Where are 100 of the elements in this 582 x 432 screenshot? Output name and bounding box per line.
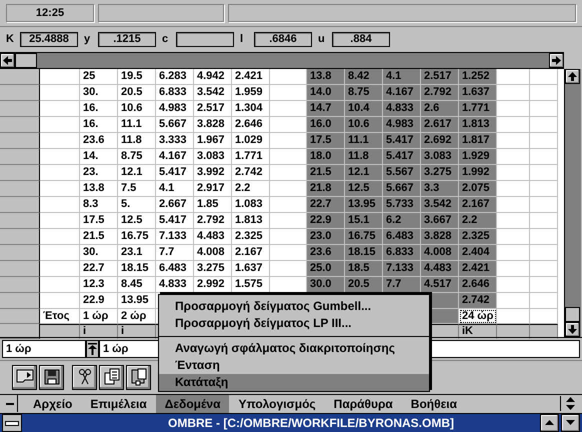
table-cell: 3.083 bbox=[194, 148, 232, 165]
table-cell bbox=[40, 196, 80, 213]
table-cell bbox=[497, 68, 530, 85]
toolbar-button[interactable] bbox=[12, 364, 37, 390]
horizontal-scrollbar[interactable] bbox=[0, 52, 564, 69]
vertical-scrollbar[interactable] bbox=[564, 68, 581, 337]
parameter-field[interactable]: 25.4888 bbox=[20, 32, 78, 47]
row-header[interactable] bbox=[0, 292, 40, 309]
scroll-thumb[interactable] bbox=[565, 306, 580, 322]
table-cell bbox=[40, 116, 80, 133]
table-cell: 11.8 bbox=[118, 132, 156, 149]
parameter-field[interactable] bbox=[176, 32, 234, 47]
row-header[interactable] bbox=[0, 260, 40, 277]
menu-option[interactable]: Ένταση bbox=[159, 357, 429, 374]
restore-button[interactable] bbox=[560, 396, 576, 412]
row-header[interactable] bbox=[0, 276, 40, 293]
menu-item[interactable]: Αρχείο bbox=[24, 394, 82, 413]
table-cell bbox=[530, 276, 558, 293]
table-cell: 6.283 bbox=[156, 68, 194, 85]
table-cell: 4.983 bbox=[383, 116, 421, 133]
row-header[interactable] bbox=[0, 100, 40, 117]
table-cell: 4.1 bbox=[156, 180, 194, 197]
parameter-field[interactable]: .6846 bbox=[254, 32, 312, 47]
table-cell: 21.8 bbox=[307, 180, 345, 197]
table-cell bbox=[530, 180, 558, 197]
system-menu-button[interactable] bbox=[2, 414, 22, 432]
scroll-up-button[interactable] bbox=[565, 68, 580, 84]
toolbar-button[interactable] bbox=[99, 364, 124, 390]
cell-reference-field[interactable]: 1 ώρ bbox=[2, 340, 86, 358]
parameter-field[interactable]: .884 bbox=[332, 32, 390, 47]
table-cell: 22.9 bbox=[307, 212, 345, 229]
row-header[interactable] bbox=[0, 196, 40, 213]
scroll-thumb[interactable] bbox=[15, 52, 37, 68]
menu-option[interactable]: Αναγωγή σφάλματος διακριτοποίησης bbox=[159, 340, 429, 357]
enter-button[interactable] bbox=[86, 340, 99, 358]
row-header[interactable] bbox=[0, 212, 40, 229]
document-menu-button[interactable] bbox=[3, 395, 18, 412]
menu-option[interactable]: Προσαρμογή δείγματος LP III... bbox=[159, 315, 429, 332]
scroll-left-button[interactable] bbox=[0, 52, 15, 68]
row-header[interactable] bbox=[0, 132, 40, 149]
table-cell: 4.167 bbox=[383, 84, 421, 101]
table-cell: 1.304 bbox=[232, 100, 270, 117]
table-cell: 4.008 bbox=[421, 244, 459, 261]
minimize-button[interactable] bbox=[561, 414, 580, 432]
table-cell: 1.029 bbox=[232, 132, 270, 149]
menu-option[interactable]: Κατάταξη bbox=[159, 374, 429, 391]
menu-option[interactable]: Προσαρμογή δείγματος Gumbell... bbox=[159, 298, 429, 315]
table-cell: 30.0 bbox=[307, 276, 345, 293]
table-cell bbox=[497, 276, 530, 293]
table-cell: 3.275 bbox=[421, 164, 459, 181]
table-cell bbox=[530, 68, 558, 85]
table-cell: 5. bbox=[118, 196, 156, 213]
table-cell: 4.483 bbox=[421, 260, 459, 277]
menu-item[interactable]: Δεδομένα bbox=[156, 394, 230, 413]
table-cell bbox=[497, 228, 530, 245]
table-cell: 14.7 bbox=[307, 100, 345, 117]
row-header[interactable] bbox=[0, 244, 40, 261]
toolbar-button[interactable] bbox=[72, 364, 97, 390]
table-cell bbox=[530, 292, 558, 309]
table-cell: 30. bbox=[80, 244, 118, 261]
column-header[interactable]: 24 ώρ bbox=[459, 308, 497, 324]
table-cell bbox=[530, 196, 558, 213]
row-header[interactable] bbox=[0, 164, 40, 181]
toolbar-button[interactable] bbox=[39, 364, 64, 390]
table-cell: 2.617 bbox=[421, 116, 459, 133]
scroll-right-button[interactable] bbox=[549, 52, 564, 68]
right-arrow-icon bbox=[552, 56, 561, 65]
table-cell: 1.083 bbox=[232, 196, 270, 213]
row-header[interactable] bbox=[0, 148, 40, 165]
row-header[interactable] bbox=[0, 84, 40, 101]
table-cell: 8.45 bbox=[118, 276, 156, 293]
table-cell bbox=[40, 260, 80, 277]
row-header[interactable] bbox=[0, 68, 40, 85]
table-cell: 2.646 bbox=[232, 116, 270, 133]
row-header[interactable] bbox=[0, 180, 40, 197]
row-header[interactable] bbox=[0, 228, 40, 245]
toolbar-button[interactable] bbox=[126, 364, 151, 390]
table-cell: 2.325 bbox=[459, 228, 497, 245]
table-cell: 1.637 bbox=[459, 84, 497, 101]
save-icon bbox=[42, 368, 60, 386]
table-cell bbox=[40, 100, 80, 117]
table-cell: 4.1 bbox=[383, 68, 421, 85]
table-cell: 8.75 bbox=[118, 148, 156, 165]
menu-item[interactable]: Βοήθεια bbox=[402, 394, 466, 413]
menu-item[interactable]: Παράθυρα bbox=[324, 394, 402, 413]
table-cell: 4.983 bbox=[156, 100, 194, 117]
row-header[interactable] bbox=[0, 116, 40, 133]
row-header[interactable] bbox=[0, 308, 40, 324]
menu-item[interactable]: Υπολογισμός bbox=[229, 394, 325, 413]
table-cell bbox=[497, 132, 530, 149]
maximize-button[interactable] bbox=[540, 414, 559, 432]
down-triangle-icon bbox=[566, 420, 575, 426]
parameter-field[interactable]: .1215 bbox=[98, 32, 156, 47]
table-cell: 3.333 bbox=[156, 132, 194, 149]
table-cell: 2.6 bbox=[421, 100, 459, 117]
table-cell: 13.8 bbox=[307, 68, 345, 85]
table-cell: 2.421 bbox=[232, 68, 270, 85]
table-cell: 1.771 bbox=[232, 148, 270, 165]
scroll-down-button[interactable] bbox=[565, 322, 580, 337]
menu-item[interactable]: Επιμέλεια bbox=[81, 394, 156, 413]
